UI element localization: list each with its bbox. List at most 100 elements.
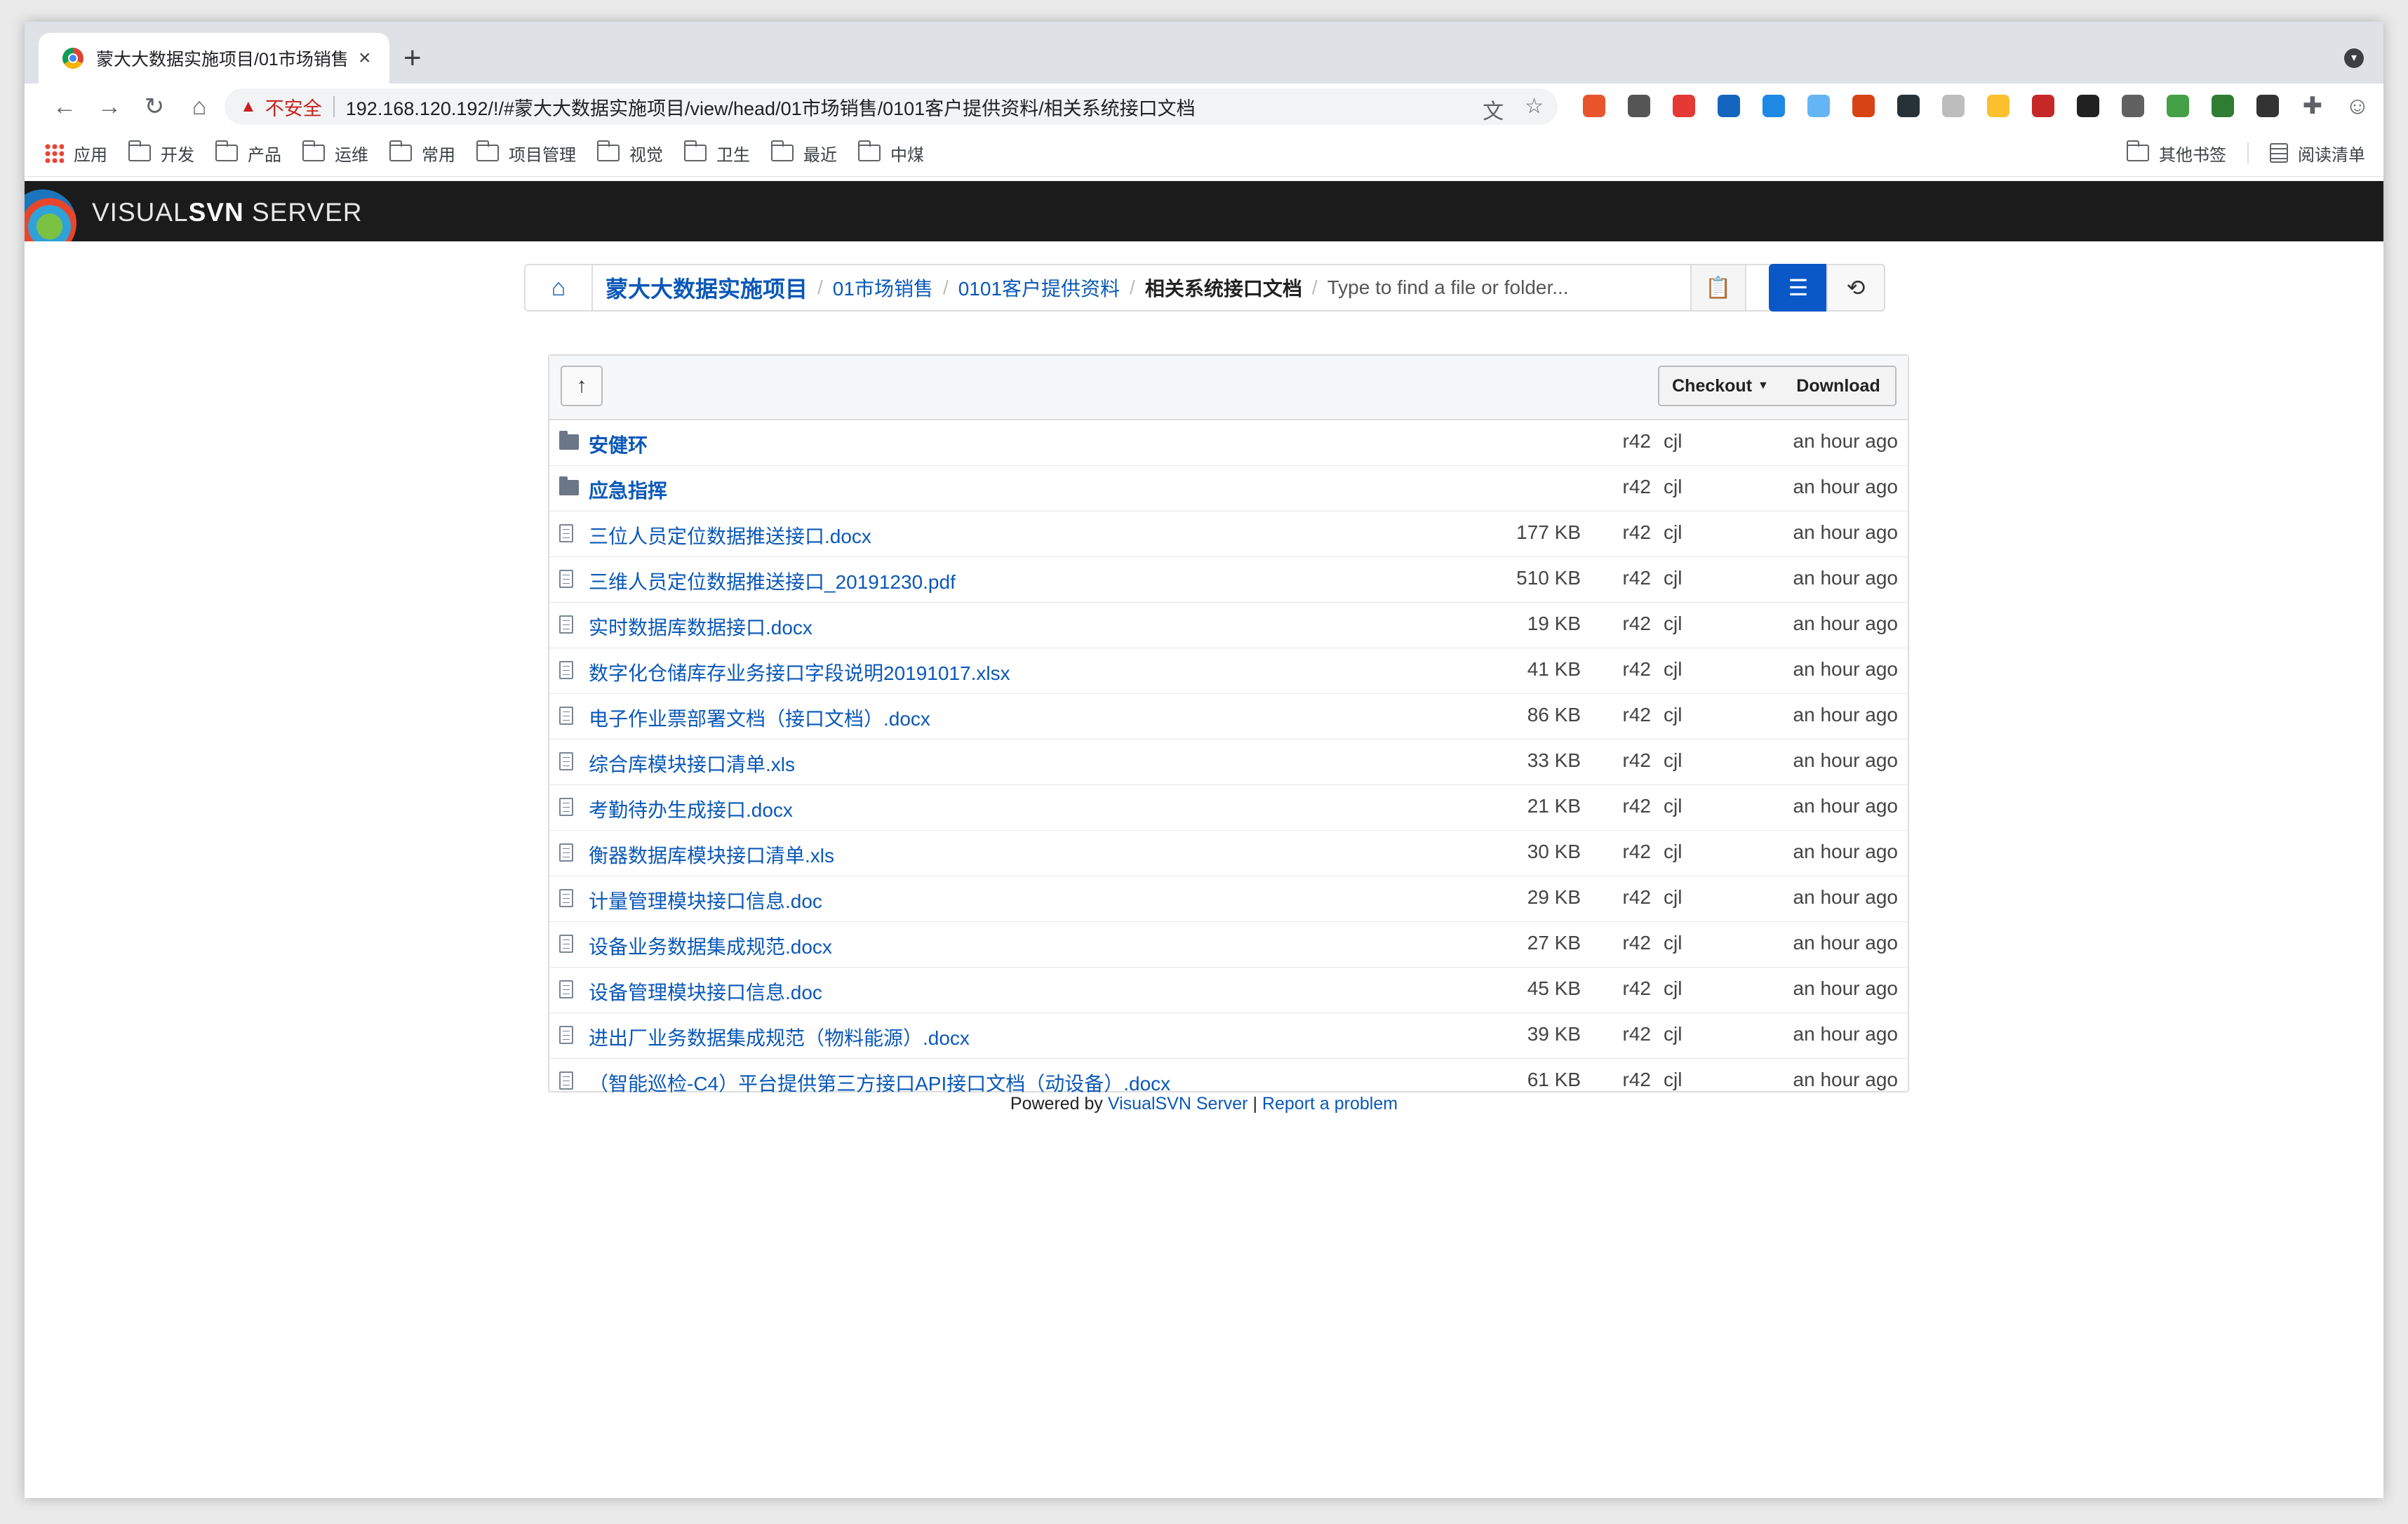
file-revision[interactable]: r42: [1623, 521, 1651, 544]
file-search-input[interactable]: [1317, 276, 1708, 300]
extension-icon[interactable]: [1983, 91, 2014, 121]
extension-icon[interactable]: [1579, 91, 1610, 121]
bookmark-item[interactable]: 最近: [771, 140, 837, 166]
security-warning-label[interactable]: 不安全: [265, 93, 322, 121]
file-name-link[interactable]: 三维人员定位数据推送接口_20191230.pdf: [589, 567, 956, 595]
bookmark-item[interactable]: 视觉: [597, 140, 663, 166]
puzzle-icon[interactable]: ✚: [2297, 91, 2328, 121]
bookmark-item[interactable]: 项目管理: [476, 140, 576, 166]
extension-icon[interactable]: [1668, 91, 1699, 121]
report-problem-link[interactable]: Report a problem: [1262, 1094, 1398, 1114]
download-button[interactable]: Download: [1781, 366, 1897, 406]
file-revision[interactable]: r42: [1623, 567, 1651, 589]
file-revision[interactable]: r42: [1623, 886, 1651, 909]
file-name-link[interactable]: 数字化仓储库存业务接口字段说明20191017.xlsx: [589, 658, 1010, 686]
file-revision[interactable]: r42: [1623, 476, 1651, 498]
extension-icon[interactable]: [2162, 91, 2193, 121]
file-name-link[interactable]: 实时数据库数据接口.docx: [589, 613, 812, 641]
extension-icon[interactable]: [1803, 91, 1834, 121]
app-brand[interactable]: VISUALSVN SERVER: [92, 198, 362, 227]
bookmark-item[interactable]: 运维: [302, 140, 368, 166]
file-revision[interactable]: r42: [1623, 932, 1651, 954]
file-row[interactable]: 安健环 r42 cjl an hour ago: [549, 420, 1908, 466]
list-view-button[interactable]: ☰: [1769, 264, 1828, 312]
extension-icon[interactable]: [1893, 91, 1924, 121]
extension-icon[interactable]: [2118, 91, 2148, 121]
translate-icon[interactable]: 文: [1483, 94, 1504, 125]
extension-icon[interactable]: [2073, 91, 2103, 121]
copy-url-button[interactable]: 📋: [1690, 264, 1746, 312]
file-name-link[interactable]: 安健环: [589, 430, 648, 458]
reading-list[interactable]: 阅读清单: [2270, 141, 2365, 166]
bookmark-item[interactable]: 卫生: [684, 140, 750, 166]
file-name-link[interactable]: （智能巡检-C4）平台提供第三方接口API接口文档（动设备）.docx: [589, 1069, 1170, 1097]
checkout-button[interactable]: Checkout ▼: [1658, 366, 1783, 406]
url-text[interactable]: 192.168.120.192/!/#蒙大大数据实施项目/view/head/0…: [346, 93, 1196, 121]
file-revision[interactable]: r42: [1623, 977, 1651, 1000]
breadcrumb-repo[interactable]: 蒙大大数据实施项目: [593, 272, 817, 304]
file-row[interactable]: 三位人员定位数据推送接口.docx 177 KB r42 cjl an hour ago: [549, 512, 1908, 557]
file-name-link[interactable]: 设备管理模块接口信息.doc: [589, 977, 822, 1005]
home-icon[interactable]: ⌂: [526, 265, 593, 310]
file-row[interactable]: 设备管理模块接口信息.doc 45 KB r42 cjl an hour ago: [549, 968, 1908, 1013]
extension-icon[interactable]: [2252, 91, 2283, 121]
extension-icon[interactable]: [1938, 91, 1969, 121]
visualsvn-link[interactable]: VisualSVN Server: [1108, 1094, 1248, 1114]
extension-icon[interactable]: [2028, 91, 2059, 121]
reload-icon[interactable]: ↻: [138, 91, 170, 123]
forward-arrow-icon[interactable]: →: [93, 91, 126, 123]
file-row[interactable]: 综合库模块接口清单.xls 33 KB r42 cjl an hour ago: [549, 740, 1908, 785]
extension-icon[interactable]: [2207, 91, 2238, 121]
bookmark-star-icon[interactable]: ☆: [1525, 94, 1544, 125]
file-revision[interactable]: r42: [1623, 749, 1651, 772]
file-name-link[interactable]: 综合库模块接口清单.xls: [589, 749, 795, 777]
file-row[interactable]: 数字化仓储库存业务接口字段说明20191017.xlsx 41 KB r42 cjl a…: [549, 648, 1908, 694]
extension-icon[interactable]: [1848, 91, 1879, 121]
file-row[interactable]: 计量管理模块接口信息.doc 29 KB r42 cjl an hour ago: [549, 876, 1908, 922]
file-row[interactable]: 衡器数据库模块接口清单.xls 30 KB r42 cjl an hour ago: [549, 831, 1908, 876]
breadcrumb-folder[interactable]: 01市场销售: [823, 274, 943, 302]
file-row[interactable]: 进出厂业务数据集成规范（物料能源）.docx 39 KB r42 cjl an hour…: [549, 1013, 1908, 1059]
bookmark-item[interactable]: 开发: [128, 140, 194, 166]
file-name-link[interactable]: 设备业务数据集成规范.docx: [589, 932, 832, 960]
bookmark-item[interactable]: 常用: [389, 140, 455, 166]
bookmark-other[interactable]: 其他书签: [2127, 140, 2226, 166]
file-revision[interactable]: r42: [1623, 795, 1651, 817]
file-name-link[interactable]: 电子作业票部署文档（接口文档）.docx: [589, 704, 930, 732]
up-folder-button[interactable]: ↑: [561, 366, 603, 406]
tab-search-icon[interactable]: ▾: [2344, 48, 2364, 68]
file-name-link[interactable]: 进出厂业务数据集成规范（物料能源）.docx: [589, 1023, 970, 1051]
extension-icon[interactable]: [1624, 91, 1654, 121]
new-tab-button[interactable]: +: [403, 39, 422, 78]
file-revision[interactable]: r42: [1623, 658, 1651, 681]
back-arrow-icon[interactable]: ←: [48, 91, 81, 123]
history-button[interactable]: ⟲: [1826, 264, 1885, 312]
address-bar[interactable]: ▲ 不安全 192.168.120.192/!/#蒙大大数据实施项目/view/…: [225, 88, 1558, 125]
browser-tab[interactable]: 蒙大大数据实施项目/01市场销售 ×: [39, 33, 389, 83]
bookmark-item[interactable]: 中煤: [858, 140, 924, 166]
file-revision[interactable]: r42: [1623, 841, 1651, 863]
file-revision[interactable]: r42: [1623, 613, 1651, 635]
bookmark-item[interactable]: 产品: [215, 140, 281, 166]
file-row[interactable]: 设备业务数据集成规范.docx 27 KB r42 cjl an hour ago: [549, 922, 1908, 968]
file-revision[interactable]: r42: [1623, 704, 1651, 726]
file-row[interactable]: 三维人员定位数据推送接口_20191230.pdf 510 KB r42 cjl an …: [549, 557, 1908, 603]
profile-avatar-icon[interactable]: ☺: [2342, 91, 2373, 121]
extension-icon[interactable]: [1713, 91, 1744, 121]
extension-icon[interactable]: [1758, 91, 1789, 121]
file-revision[interactable]: r42: [1623, 1069, 1651, 1091]
breadcrumb-folder[interactable]: 0101客户提供资料: [949, 274, 1130, 302]
file-name-link[interactable]: 计量管理模块接口信息.doc: [589, 886, 822, 914]
tab-close-icon[interactable]: ×: [359, 46, 371, 70]
file-name-link[interactable]: 应急指挥: [589, 476, 667, 504]
home-icon[interactable]: ⌂: [183, 91, 215, 123]
file-name-link[interactable]: 三位人员定位数据推送接口.docx: [589, 521, 871, 549]
file-revision[interactable]: r42: [1623, 430, 1651, 453]
file-name-link[interactable]: 考勤待办生成接口.docx: [589, 795, 793, 823]
file-name-link[interactable]: 衡器数据库模块接口清单.xls: [589, 841, 834, 869]
file-row[interactable]: 实时数据库数据接口.docx 19 KB r42 cjl an hour ago: [549, 603, 1908, 648]
file-row[interactable]: 考勤待办生成接口.docx 21 KB r42 cjl an hour ago: [549, 785, 1908, 831]
bookmark-item[interactable]: 应用: [44, 141, 107, 166]
file-row[interactable]: 电子作业票部署文档（接口文档）.docx 86 KB r42 cjl an hour a…: [549, 694, 1908, 740]
file-row[interactable]: 应急指挥 r42 cjl an hour ago: [549, 466, 1908, 512]
